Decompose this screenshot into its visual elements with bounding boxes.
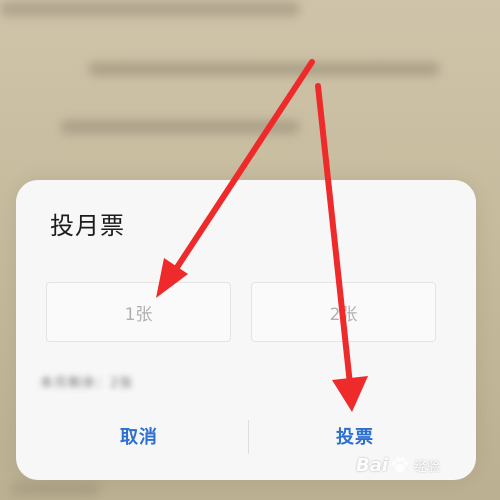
arrow-to-option-1 <box>156 59 315 298</box>
watermark-text-right: 经验 <box>414 459 441 475</box>
baidu-jingyan-watermark: Bai 经验 <box>356 452 440 478</box>
arrow-to-vote-button <box>315 83 368 412</box>
watermark-text-left: Bai <box>356 454 389 476</box>
paw-icon <box>391 457 409 473</box>
annotation-arrows <box>156 59 368 412</box>
